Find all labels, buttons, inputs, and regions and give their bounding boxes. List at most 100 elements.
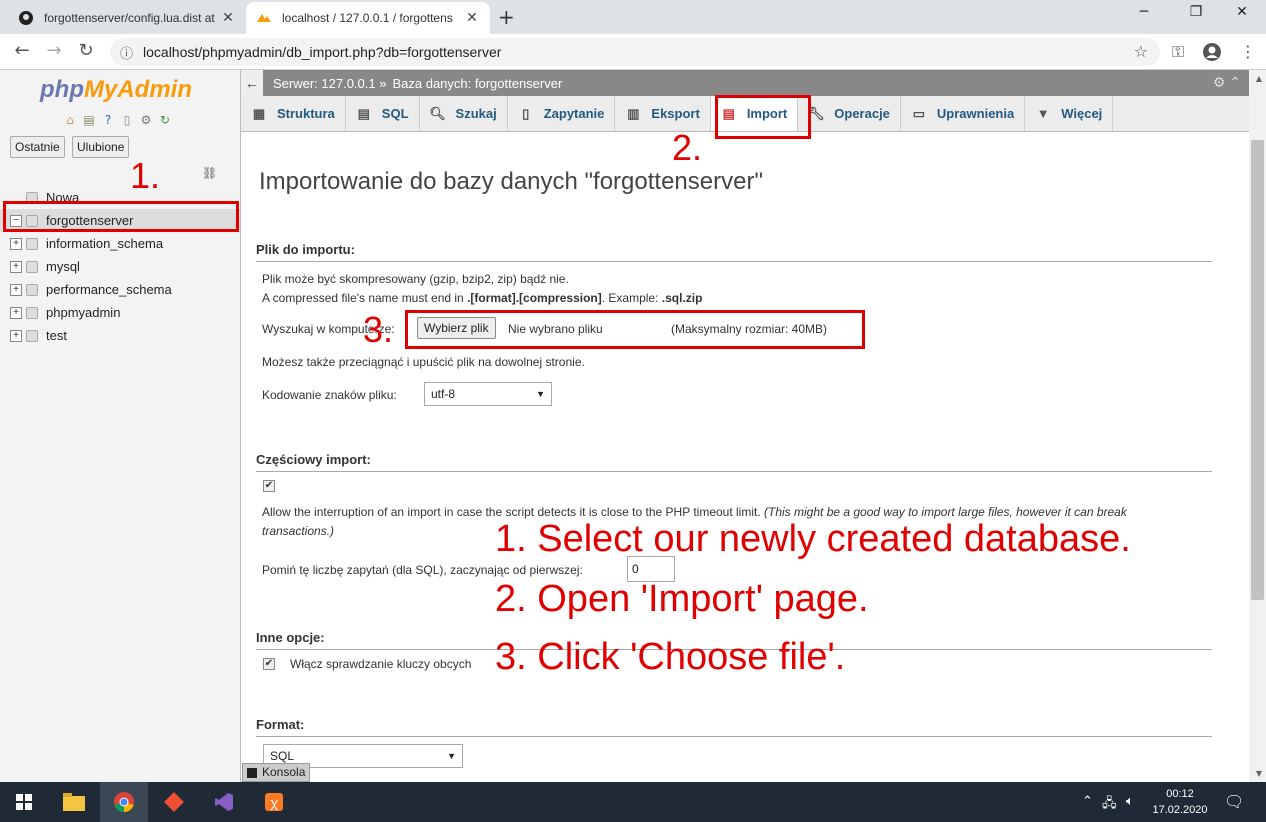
omnibox[interactable]: ⓘ localhost/phpmyadmin/db_import.php?db=… [110, 38, 1160, 66]
reload-icon[interactable]: ↻ [74, 40, 98, 61]
tab-operations[interactable]: 🔧︎ Operacje [798, 96, 901, 131]
navigation-panel: phpMyAdmin ⌂ ▤ ? ▯ ⚙ ↻ Ostatnie Ulubione… [0, 70, 241, 782]
taskbar-clock[interactable]: 00:12 17.02.2020 [1150, 786, 1210, 818]
tab-search[interactable]: 🔍︎ Szukaj [420, 96, 508, 131]
allow-note: (This might be a good way to import larg… [764, 505, 1127, 519]
console-toggle[interactable]: Konsola [242, 763, 311, 782]
search-icon: 🔍︎ [429, 105, 446, 121]
annotation-box-import-tab [715, 95, 811, 139]
link-chain-icon[interactable]: ⛓ [202, 166, 217, 180]
file-section-legend: Plik do importu: [256, 242, 1212, 262]
git-icon[interactable] [150, 782, 198, 822]
breadcrumb-database[interactable]: Baza danych: forgottenserver [392, 76, 562, 91]
tab-structure[interactable]: ▦ Struktura [241, 96, 346, 131]
recent-button[interactable]: Ostatnie [10, 136, 65, 158]
nav-icon-row: ⌂ ▤ ? ▯ ⚙ ↻ [62, 112, 173, 128]
notifications-icon[interactable]: 🗨︎ [1224, 792, 1244, 811]
profile-icon[interactable] [1202, 42, 1222, 66]
tree-item-label: test [46, 328, 67, 343]
tab-sql[interactable]: ▤ SQL [346, 96, 420, 131]
format-section: Format: [256, 717, 1212, 737]
minimize-icon[interactable]: ─ [1124, 4, 1164, 20]
database-icon [26, 260, 38, 273]
home-icon[interactable]: ⌂ [62, 112, 78, 128]
tree-item-label: information_schema [46, 236, 164, 251]
logout-icon[interactable]: ▤ [81, 112, 97, 128]
phpmyadmin-favicon-icon [256, 10, 272, 26]
browser-tab-github[interactable]: forgottenserver/config.lua.dist at ✕ [8, 2, 246, 34]
phpmyadmin-logo[interactable]: phpMyAdmin [40, 76, 192, 104]
tab-export[interactable]: ▥ Eksport [615, 96, 711, 131]
menu-kebab-icon[interactable]: ⋮ [1240, 42, 1256, 61]
reload-nav-icon[interactable]: ↻ [157, 112, 173, 128]
help-icon[interactable]: ? [100, 112, 116, 128]
collapse-nav-icon[interactable]: ← [241, 70, 263, 96]
scroll-down-icon[interactable]: ▼ [1256, 769, 1262, 778]
xampp-icon[interactable]: ꭓ [250, 782, 298, 822]
expand-icon[interactable]: + [10, 237, 22, 250]
browser-tab-phpmyadmin[interactable]: localhost / 127.0.0.1 / forgottens ✕ [246, 2, 490, 34]
favorites-button[interactable]: Ulubione [72, 136, 130, 158]
tab-label: Struktura [277, 106, 335, 121]
tray-chevron-up-icon[interactable]: ⌃ [1082, 794, 1093, 809]
window-close-icon[interactable]: ✕ [1222, 4, 1262, 20]
breadcrumb-server[interactable]: Serwer: 127.0.0.1 » [273, 76, 386, 91]
forward-icon[interactable]: → [42, 40, 66, 61]
note-text: . Example: [601, 291, 662, 305]
tab-more[interactable]: ▼ Więcej [1025, 96, 1114, 131]
key-icon[interactable]: ⚿ [1172, 42, 1184, 62]
tab-privileges[interactable]: ▭ Uprawnienia [901, 96, 1026, 131]
expand-icon[interactable]: + [10, 260, 22, 273]
visual-studio-icon[interactable] [200, 782, 248, 822]
scrollbar-thumb[interactable] [1251, 140, 1264, 600]
expand-icon[interactable]: + [10, 306, 22, 319]
partial-import-legend: Częściowy import: [256, 452, 1212, 472]
expand-icon[interactable]: + [10, 283, 22, 296]
scroll-up-icon[interactable]: ▲ [1256, 74, 1262, 83]
tree-item-information-schema[interactable]: + information_schema [0, 232, 240, 255]
github-icon [18, 10, 34, 26]
logo-myadmin-text: MyAdmin [83, 76, 192, 103]
network-icon[interactable]: 🖧︎ [1102, 794, 1117, 816]
maximize-icon[interactable]: ❐ [1176, 4, 1216, 20]
info-icon[interactable]: ⓘ [120, 43, 133, 62]
bookmark-star-icon[interactable]: ☆ [1134, 42, 1148, 61]
browser-tab-title: localhost / 127.0.0.1 / forgottens [282, 11, 453, 25]
volume-icon[interactable]: 🔈︎ [1126, 794, 1134, 809]
tree-item-phpmyadmin[interactable]: + phpmyadmin [0, 301, 240, 324]
tab-label: Eksport [651, 106, 700, 121]
address-bar: ← → ↻ ⓘ localhost/phpmyadmin/db_import.p… [0, 34, 1266, 70]
docs-icon[interactable]: ▯ [119, 112, 135, 128]
settings-gear-icon[interactable]: ⚙ ⌃ [1213, 74, 1241, 91]
page-scrollbar[interactable]: ▲ ▼ [1249, 70, 1266, 782]
partial-import-section: Częściowy import: [256, 452, 1212, 472]
close-icon[interactable]: ✕ [220, 10, 236, 26]
tree-item-mysql[interactable]: + mysql [0, 255, 240, 278]
back-icon[interactable]: ← [10, 40, 34, 61]
foreign-key-checkbox[interactable]: ✔ [263, 658, 275, 670]
tree-item-performance-schema[interactable]: + performance_schema [0, 278, 240, 301]
tab-label: Więcej [1061, 106, 1103, 121]
database-icon [26, 306, 38, 319]
allow-interrupt-label: Allow the interruption of an import in c… [262, 505, 1127, 519]
tab-label: Zapytanie [543, 106, 605, 121]
console-icon [247, 767, 257, 778]
tree-item-test[interactable]: + test [0, 324, 240, 347]
tab-query[interactable]: ▯ Zapytanie [508, 96, 616, 131]
file-explorer-icon[interactable] [50, 782, 98, 822]
structure-icon: ▦ [252, 105, 266, 121]
allow-interrupt-checkbox[interactable]: ✔ [263, 480, 275, 492]
close-icon[interactable]: ✕ [464, 10, 480, 26]
annotation-step-1: 1. Select our newly created database. [495, 518, 1131, 560]
chrome-icon[interactable] [100, 782, 148, 822]
browser-tabstrip: forgottenserver/config.lua.dist at ✕ loc… [0, 0, 1266, 34]
export-icon: ▥ [627, 105, 640, 121]
annotation-number-1: 1. [130, 155, 161, 196]
privileges-icon: ▭ [912, 105, 926, 121]
windows-start-icon[interactable] [0, 782, 48, 822]
new-tab-button[interactable]: + [498, 5, 515, 29]
expand-icon[interactable]: + [10, 329, 22, 342]
charset-select[interactable]: utf-8 ▼ [424, 382, 552, 406]
settings-gear-icon[interactable]: ⚙ [138, 112, 154, 128]
annotation-step-2: 2. Open 'Import' page. [495, 578, 869, 620]
